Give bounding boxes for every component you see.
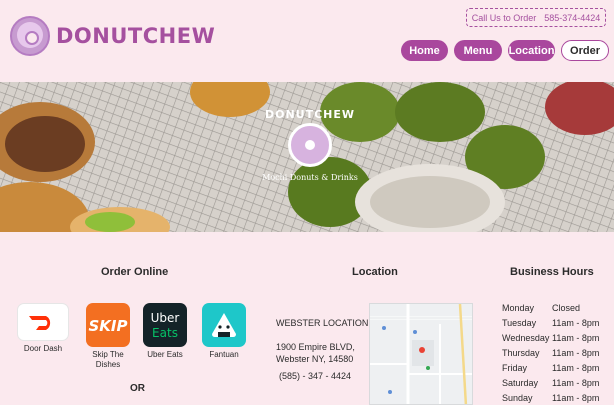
hours-day: Sunday — [502, 393, 533, 403]
doordash-label: Door Dash — [23, 344, 63, 353]
hours-day: Wednesday — [502, 333, 550, 343]
hours-row: Friday 11am - 8pm — [502, 361, 599, 376]
location-title: Location — [352, 266, 398, 278]
address-line-1: 1900 Empire BLVD, — [276, 342, 355, 352]
call-to-order-box[interactable]: Call Us to Order 585-374-4424 — [466, 8, 606, 27]
hours-time: 11am - 8pm — [552, 393, 600, 403]
hero-banner: DONUTCHEW Mochi Donuts & Drinks — [0, 82, 614, 232]
main-nav: Home Menu Location Order — [401, 40, 609, 61]
hours-row: Monday Closed — [502, 301, 599, 316]
svg-text:Uber: Uber — [151, 311, 180, 325]
fantuan-label: Fantuan — [209, 350, 239, 359]
doordash-icon — [17, 303, 69, 341]
or-label: OR — [130, 383, 145, 394]
brand-name: DONUTCHEW — [56, 24, 216, 48]
location-name: WEBSTER LOCATION — [276, 318, 369, 328]
call-label: Call Us to Order — [471, 12, 537, 23]
skip-link[interactable]: SKIP Skip The Dishes — [82, 303, 134, 370]
ubereats-icon: Uber Eats — [143, 303, 187, 347]
nav-order-button[interactable]: Order — [561, 40, 609, 61]
hero-logo-title: DONUTCHEW — [264, 108, 356, 121]
hours-day: Friday — [502, 363, 528, 373]
hours-day: Tuesday — [502, 318, 537, 328]
skip-icon: SKIP — [86, 303, 130, 347]
svg-text:Eats: Eats — [152, 326, 178, 340]
hours-row: Sunday 11am - 8pm — [502, 391, 599, 405]
hours-time: 11am - 8pm — [552, 333, 600, 343]
nav-home-button[interactable]: Home — [401, 40, 448, 61]
hero-donut-icon — [288, 123, 332, 167]
fantuan-icon — [202, 303, 246, 347]
hours-row: Thursday 11am - 8pm — [502, 346, 599, 361]
nav-location-button[interactable]: Location — [508, 40, 555, 61]
location-phone[interactable]: (585) - 347 - 4424 — [279, 370, 351, 382]
hours-day: Monday — [502, 303, 535, 313]
hours-row: Saturday 11am - 8pm — [502, 376, 599, 391]
ubereats-link[interactable]: Uber Eats Uber Eats — [139, 303, 191, 360]
call-phone[interactable]: 585-374-4424 — [544, 13, 600, 23]
hero-logo: DONUTCHEW Mochi Donuts & Drinks — [260, 108, 360, 182]
address-line-2: Webster NY, 14580 — [276, 354, 354, 364]
hours-day: Thursday — [502, 348, 540, 358]
business-hours-title: Business Hours — [510, 266, 594, 278]
hours-list: Monday Closed Tuesday 11am - 8pm Wednesd… — [502, 301, 599, 405]
brand-logo[interactable]: DONUTCHEW — [10, 16, 215, 56]
hours-time: 11am - 8pm — [552, 363, 600, 373]
doordash-link[interactable]: Door Dash — [17, 303, 69, 354]
ubereats-label: Uber Eats — [147, 350, 183, 359]
skip-label: Skip The Dishes — [92, 350, 124, 369]
hours-row: Tuesday 11am - 8pm — [502, 316, 599, 331]
order-online-title: Order Online — [101, 266, 169, 278]
site-header: DONUTCHEW Call Us to Order 585-374-4424 … — [0, 0, 614, 82]
hours-time: Closed — [552, 303, 581, 313]
fantuan-link[interactable]: Fantuan — [198, 303, 250, 360]
donut-logo-icon — [10, 16, 50, 56]
nav-menu-button[interactable]: Menu — [454, 40, 502, 61]
hero-logo-subtitle: Mochi Donuts & Drinks — [262, 173, 358, 182]
hours-day: Saturday — [502, 378, 539, 388]
hours-time: 11am - 8pm — [552, 378, 600, 388]
location-map[interactable] — [369, 303, 473, 405]
hours-time: 11am - 8pm — [552, 348, 600, 358]
svg-text:SKIP: SKIP — [88, 317, 127, 335]
hours-time: 11am - 8pm — [552, 318, 600, 328]
hours-row: Wednesday 11am - 8pm — [502, 331, 599, 346]
